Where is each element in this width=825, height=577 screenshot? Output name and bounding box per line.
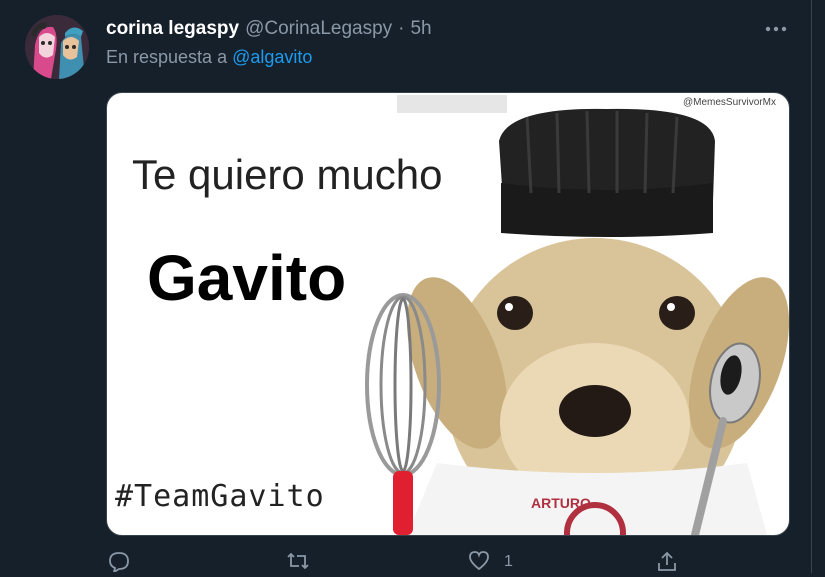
display-name[interactable]: corina legaspy xyxy=(106,18,239,40)
reply-context: En respuesta a @algavito xyxy=(106,47,312,68)
meme-caption-top: Te quiero mucho xyxy=(132,151,443,198)
tweet[interactable]: corina legaspy @CorinaLegaspy · 5h En re… xyxy=(0,0,811,574)
tweet-header: corina legaspy @CorinaLegaspy · 5h xyxy=(106,17,432,41)
avatar[interactable] xyxy=(25,15,89,79)
meme-hashtag: #TeamGavito xyxy=(115,479,325,514)
more-button[interactable] xyxy=(760,17,792,39)
retweet-button[interactable] xyxy=(286,550,310,573)
separator-dot: · xyxy=(398,18,405,39)
meme-caption-name: Gavito xyxy=(147,242,347,314)
tweet-image[interactable]: @MemesSurvivorMx Te quiero mucho Gavito … xyxy=(106,92,790,536)
reply-prefix: En respuesta a xyxy=(106,47,228,67)
user-handle[interactable]: @CorinaLegaspy xyxy=(245,18,392,40)
tweet-time[interactable]: 5h xyxy=(410,18,431,40)
tweet-actions: 1 xyxy=(106,550,706,574)
like-button[interactable]: 1 xyxy=(468,550,513,573)
reply-mention-link[interactable]: @algavito xyxy=(232,47,312,67)
more-icon xyxy=(765,19,787,37)
column-divider xyxy=(811,0,812,573)
reply-button[interactable] xyxy=(108,550,130,574)
apron-label: ARTURO xyxy=(531,495,591,511)
like-count: 1 xyxy=(504,553,513,570)
image-watermark: @MemesSurvivorMx xyxy=(683,97,776,108)
share-button[interactable] xyxy=(656,550,678,573)
